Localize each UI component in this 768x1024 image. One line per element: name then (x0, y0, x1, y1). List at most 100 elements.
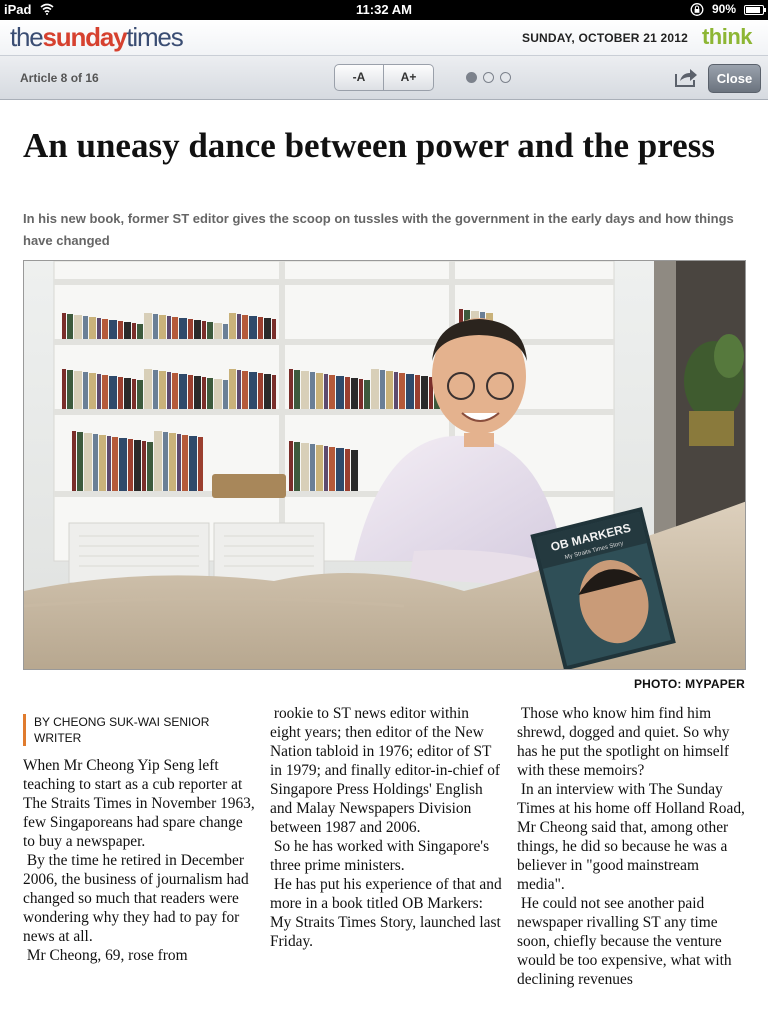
shelf-book (159, 371, 166, 409)
paragraph: rookie to ST news editor within eight ye… (270, 705, 501, 836)
shelf-book (194, 376, 201, 409)
shelf-book (112, 437, 118, 491)
shelf-book (182, 435, 188, 491)
rotation-lock-icon (690, 3, 704, 16)
shelf-book (294, 370, 300, 409)
shelf-book (272, 319, 276, 339)
shelf-book (74, 371, 82, 409)
shelf-book (97, 374, 101, 409)
shelf-book (153, 370, 158, 409)
article-column-2: rookie to ST news editor within eight ye… (270, 704, 502, 951)
shelf-book (67, 370, 73, 409)
shelf-book (134, 440, 141, 491)
shelf-book (118, 377, 123, 409)
article-headline: An uneasy dance between power and the pr… (23, 126, 715, 165)
shelf-book (289, 369, 293, 409)
reader-toolbar: Article 8 of 16 -A A+ (0, 56, 768, 100)
status-bar: iPad 11:32 AM 90% (0, 0, 768, 20)
shelf-book (329, 447, 335, 491)
article-standfirst: In his new book, former ST editor gives … (23, 211, 734, 248)
shelf-book (316, 445, 323, 491)
shelf-book (109, 376, 117, 409)
shelf-book (99, 435, 106, 491)
shelf-book (137, 380, 143, 409)
shelf-book (345, 449, 350, 491)
shelf-book (258, 317, 263, 339)
shelf-book (371, 369, 379, 409)
shelf-book (154, 431, 162, 491)
paragraph: Mr Cheong, 69, rose from (23, 947, 188, 964)
shelf-book (242, 315, 248, 339)
shelf-book (83, 316, 88, 339)
shelf-book (167, 372, 171, 409)
shelf-book (351, 450, 358, 491)
photo-credit: PHOTO: MYPAPER (633, 677, 745, 691)
shelf-book (380, 370, 385, 409)
font-decrease-button[interactable]: -A (334, 64, 384, 91)
paragraph: By the time he retired in December 2006,… (23, 852, 249, 945)
shelf-book (74, 315, 82, 339)
shelf-book (359, 379, 363, 409)
shelf-book (336, 376, 344, 409)
shelf-book (237, 314, 241, 339)
share-icon[interactable] (674, 66, 698, 88)
article-photo: OB MARKERS My Straits Times Story (23, 260, 746, 670)
paragraph: When Mr Cheong Yip Seng left teaching to… (23, 757, 255, 850)
shelf-book (301, 443, 309, 491)
shelf-book (272, 375, 276, 409)
page-indicator[interactable] (466, 72, 511, 83)
status-time: 11:32 AM (356, 2, 412, 17)
shelf-book (144, 313, 152, 339)
page-dot-3[interactable] (500, 72, 511, 83)
article-counter: Article 8 of 16 (20, 71, 99, 85)
shelf-book (386, 371, 393, 409)
shelf-book (144, 369, 152, 409)
shelf-book (289, 441, 293, 491)
logo-sunday: sunday (42, 22, 128, 52)
shelf-book (237, 370, 241, 409)
shelf-book (249, 316, 257, 339)
close-button[interactable]: Close (708, 64, 761, 93)
shelf-book (159, 315, 166, 339)
shelf-book (229, 313, 236, 339)
shelf-book (207, 378, 213, 409)
article-column-3: Those who know him find him shrewd, dogg… (517, 704, 749, 989)
shelf-book (394, 372, 398, 409)
shelf-book (421, 376, 428, 409)
shelf-book (77, 432, 83, 491)
shelf-book (89, 317, 96, 339)
shelf-book (249, 372, 257, 409)
shelf-book (142, 441, 146, 491)
page-dot-1[interactable] (466, 72, 477, 83)
shelf-book (93, 434, 98, 491)
shelf-book (62, 313, 66, 339)
shelf-book (223, 380, 228, 409)
logo-the: the (10, 22, 44, 52)
shelf-book (179, 374, 187, 409)
shelf-book (177, 434, 181, 491)
paragraph: Those who know him find him shrewd, dogg… (517, 705, 730, 779)
shelf-book (194, 320, 201, 339)
shelf-book (364, 380, 370, 409)
shelf-book (179, 318, 187, 339)
shelf-book (399, 373, 405, 409)
shelf-book (264, 374, 271, 409)
sunday-times-logo: thesundaytimes (10, 22, 184, 52)
shelf-book (137, 324, 143, 339)
shelf-book (84, 433, 92, 491)
paragraph: So he has worked with Singapore's three … (270, 838, 490, 874)
shelf-book (189, 436, 197, 491)
shelf-book (336, 448, 344, 491)
shelf-book (67, 314, 73, 339)
shelf-book (188, 319, 193, 339)
shelf-book (102, 319, 108, 339)
shelf-book (345, 377, 350, 409)
logo-times: times (126, 22, 183, 52)
shelf-book (109, 320, 117, 339)
shelf-book (97, 318, 101, 339)
page-dot-2[interactable] (483, 72, 494, 83)
font-increase-button[interactable]: A+ (384, 64, 434, 91)
shelf-book (62, 369, 66, 409)
shelf-book (415, 375, 420, 409)
shelf-book (132, 379, 136, 409)
